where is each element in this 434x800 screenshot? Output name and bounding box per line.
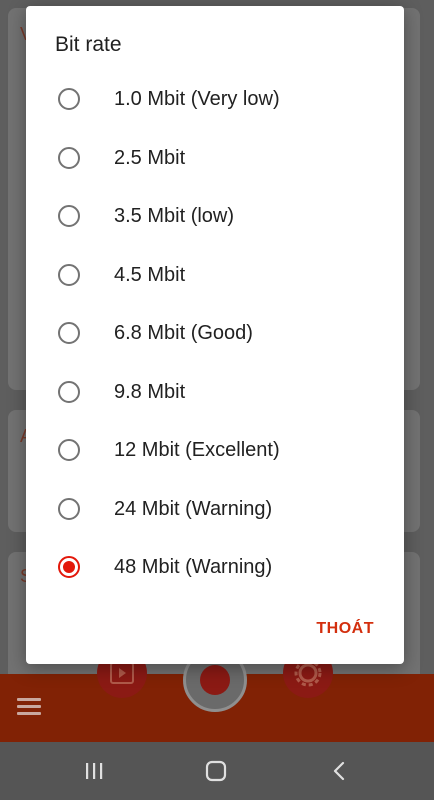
home-icon xyxy=(205,760,227,782)
exit-button[interactable]: THOÁT xyxy=(316,620,374,638)
radio-button[interactable] xyxy=(58,264,80,286)
bit-rate-option[interactable]: 2.5 Mbit xyxy=(26,129,404,187)
radio-button[interactable] xyxy=(58,205,80,227)
back-icon xyxy=(333,761,345,781)
bit-rate-option[interactable]: 1.0 Mbit (Very low) xyxy=(26,70,404,128)
bit-rate-option[interactable]: 9.8 Mbit xyxy=(26,363,404,421)
option-label: 9.8 Mbit xyxy=(114,381,186,403)
radio-button[interactable] xyxy=(58,498,80,520)
dialog-title: Bit rate xyxy=(55,33,122,56)
nav-recents-button[interactable] xyxy=(64,742,124,800)
bit-rate-option[interactable]: 4.5 Mbit xyxy=(26,246,404,304)
nav-home-button[interactable] xyxy=(186,742,246,800)
recents-icon xyxy=(86,763,103,779)
option-label: 3.5 Mbit (low) xyxy=(114,205,235,227)
radio-button-checked[interactable] xyxy=(58,556,80,578)
bit-rate-option[interactable]: 48 Mbit (Warning) xyxy=(26,538,404,596)
nav-back-button[interactable] xyxy=(310,742,370,800)
system-nav-bar xyxy=(0,742,434,800)
option-label: 4.5 Mbit xyxy=(114,264,186,286)
bit-rate-dialog: Bit rate 1.0 Mbit (Very low) 2.5 Mbit 3.… xyxy=(26,6,404,664)
option-label: 12 Mbit (Excellent) xyxy=(114,439,280,461)
radio-button[interactable] xyxy=(58,439,80,461)
option-label: 6.8 Mbit (Good) xyxy=(114,322,253,344)
record-icon xyxy=(200,665,230,695)
bit-rate-option[interactable]: 3.5 Mbit (low) xyxy=(26,187,404,245)
bit-rate-option[interactable]: 24 Mbit (Warning) xyxy=(26,480,404,538)
bit-rate-option[interactable]: 12 Mbit (Excellent) xyxy=(26,421,404,479)
radio-button[interactable] xyxy=(58,322,80,344)
hamburger-menu-icon[interactable] xyxy=(17,698,41,716)
radio-button[interactable] xyxy=(58,88,80,110)
radio-button[interactable] xyxy=(58,381,80,403)
bit-rate-option[interactable]: 6.8 Mbit (Good) xyxy=(26,304,404,362)
option-label: 48 Mbit (Warning) xyxy=(114,556,273,578)
option-label: 2.5 Mbit xyxy=(114,147,186,169)
radio-button[interactable] xyxy=(58,147,80,169)
option-label: 1.0 Mbit (Very low) xyxy=(114,88,280,110)
option-label: 24 Mbit (Warning) xyxy=(114,498,273,520)
